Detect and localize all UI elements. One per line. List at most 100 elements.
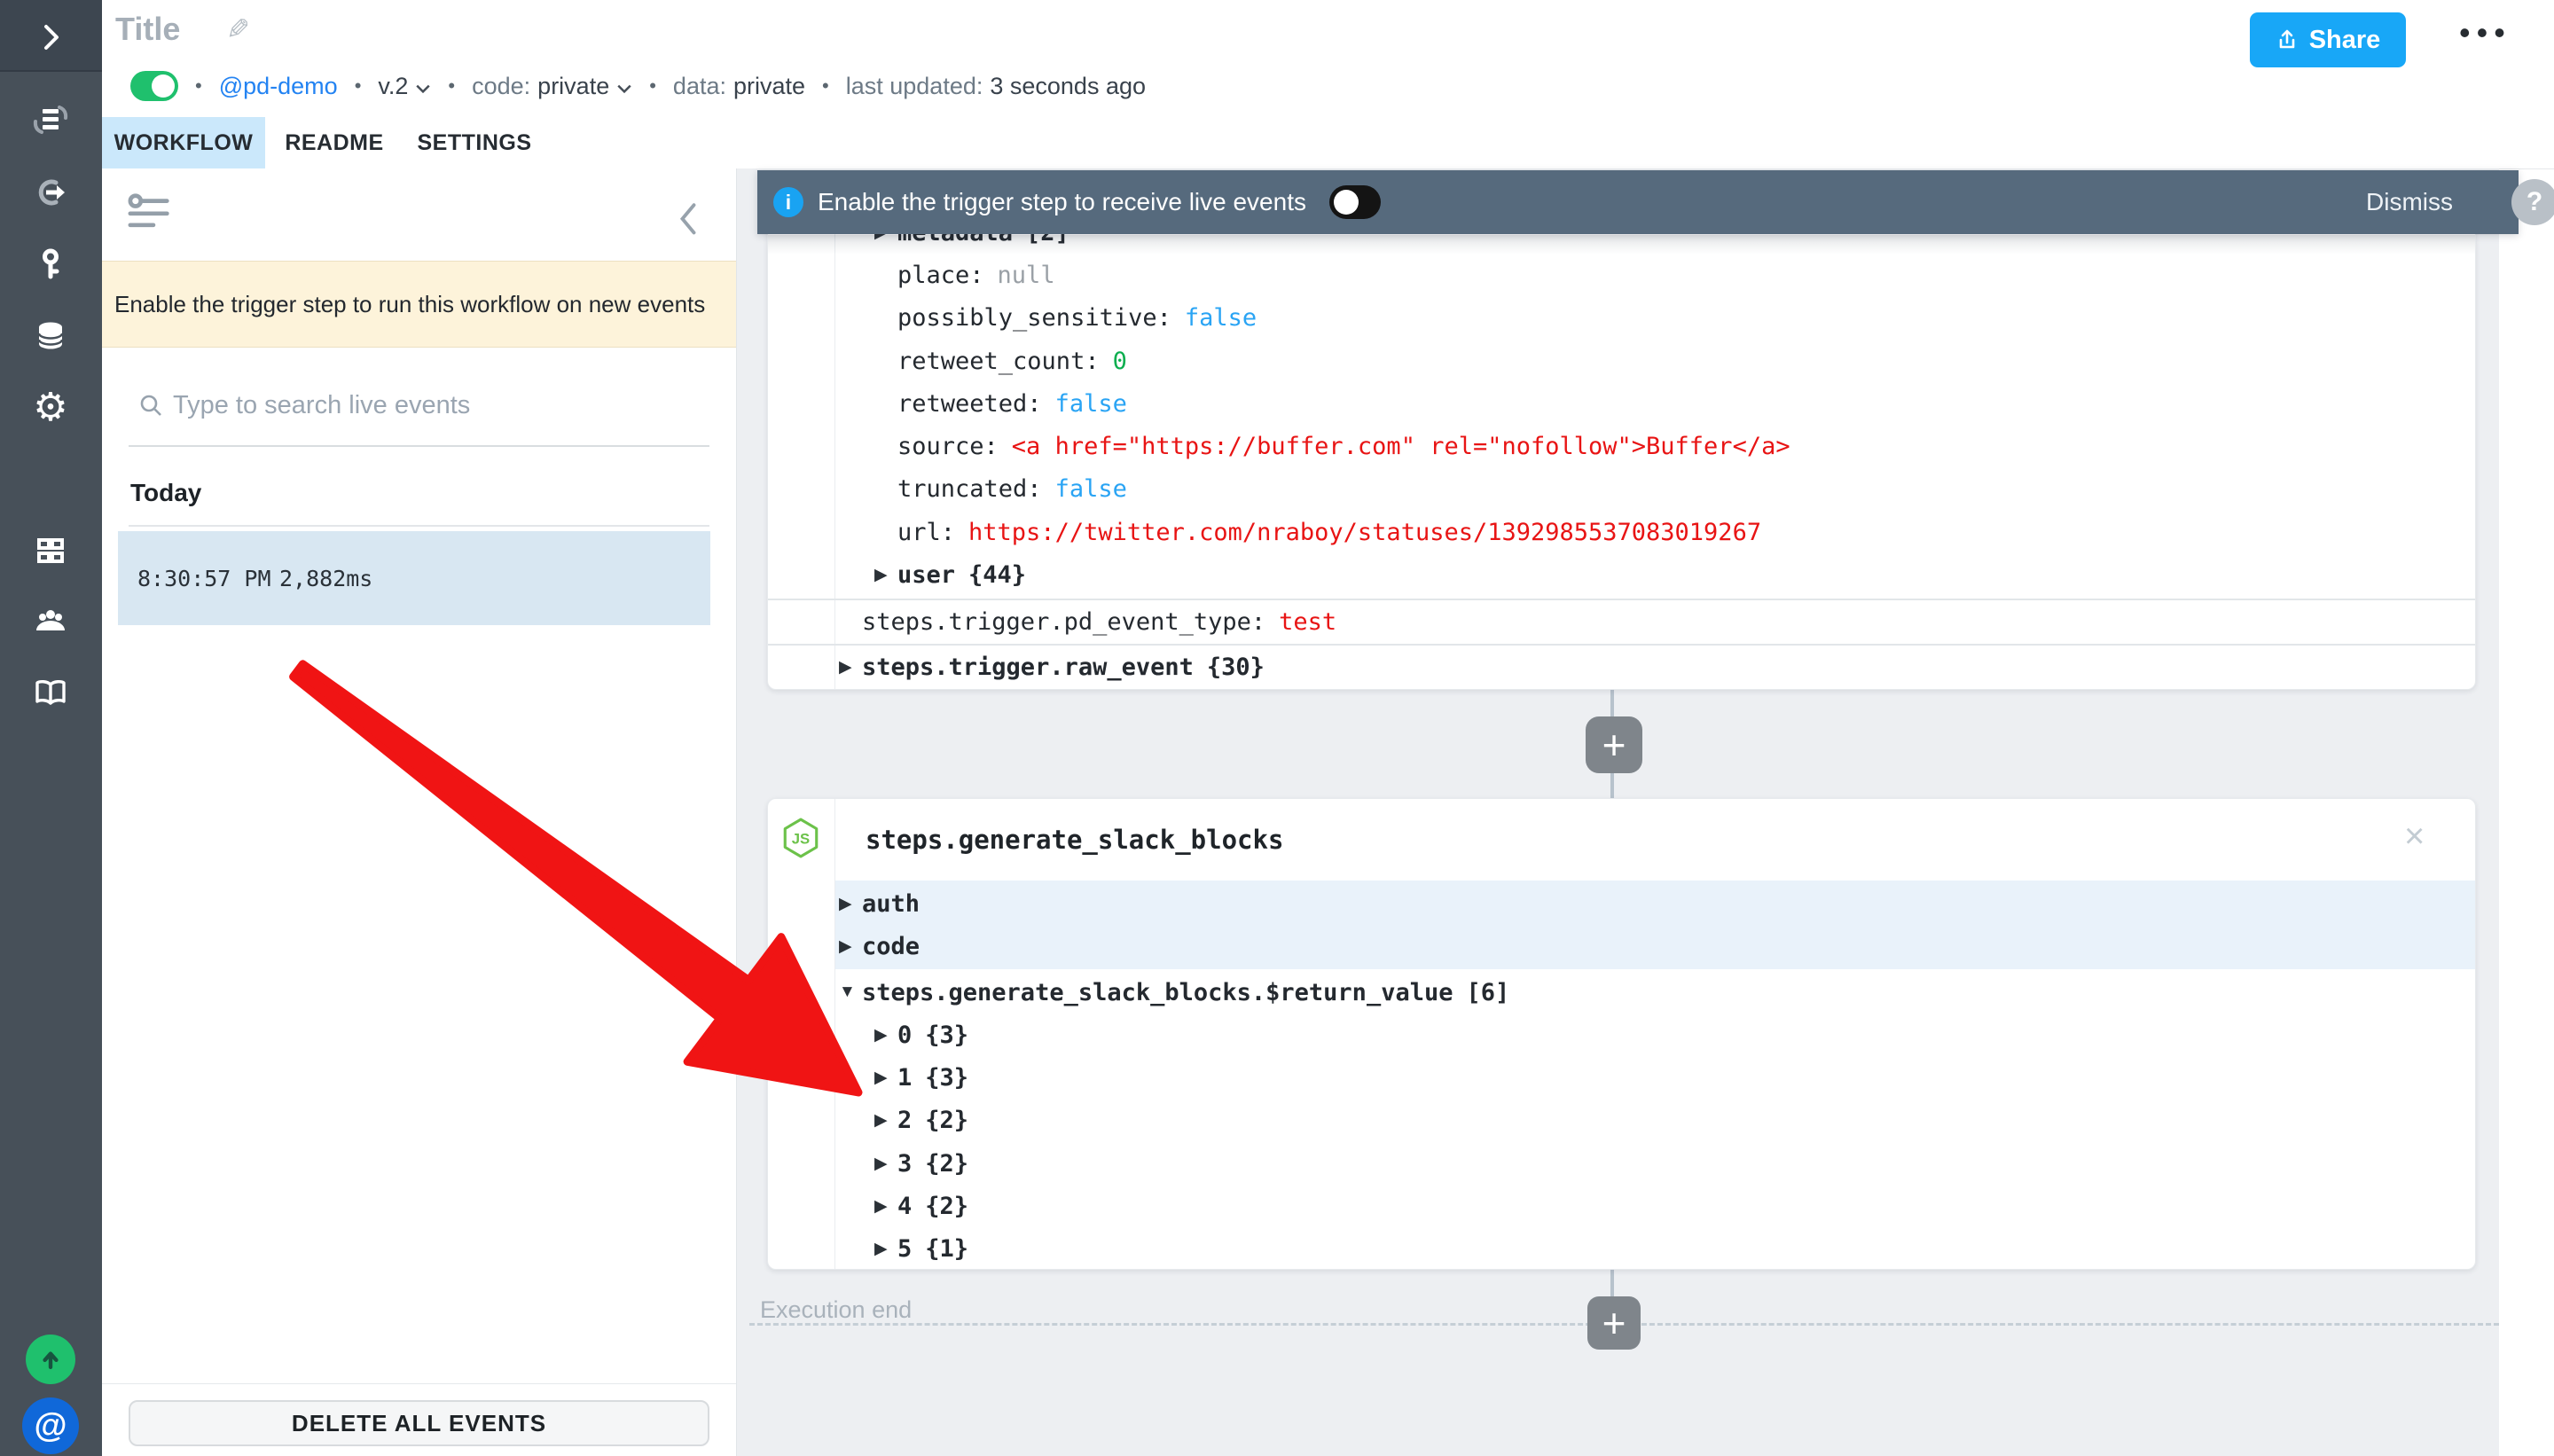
nodejs-icon: JS: [780, 817, 822, 859]
filter-events-icon[interactable]: [125, 192, 171, 234]
json-key: truncated:: [897, 474, 1042, 503]
edit-title-pencil-icon[interactable]: ✎: [226, 12, 250, 46]
sql-icon[interactable]: [31, 316, 70, 355]
code-value: private: [537, 72, 610, 99]
mentions-at-icon[interactable]: @: [22, 1397, 79, 1454]
json-count: {44}: [968, 560, 1027, 589]
collapse-panel-chevron-icon[interactable]: [677, 200, 700, 235]
chevron-down-icon: [415, 73, 431, 100]
json-key: 2: [897, 1106, 913, 1134]
chevron-right-icon[interactable]: [31, 18, 70, 57]
workflows-icon[interactable]: [31, 100, 70, 139]
trigger-notice-banner: Enable the trigger step to run this work…: [102, 261, 736, 348]
json-count: {1}: [925, 1234, 969, 1263]
json-row-item-2[interactable]: ▶ 2 {2}: [768, 1099, 2475, 1141]
json-row-item-4[interactable]: ▶ 4 {2}: [768, 1185, 2475, 1227]
collapse-arrow-icon: ▼: [839, 982, 856, 1001]
version-dropdown[interactable]: v.2: [378, 73, 431, 100]
json-count: {30}: [1206, 653, 1265, 681]
json-key: possibly_sensitive:: [897, 303, 1171, 332]
json-key: code: [862, 932, 921, 960]
separator-dot: •: [448, 74, 456, 97]
chevron-down-icon: [616, 73, 632, 100]
separator-dot: •: [822, 74, 829, 97]
json-row-raw-event[interactable]: ▶ steps.trigger.raw_event {30}: [768, 646, 2475, 688]
share-label: Share: [2308, 25, 2381, 54]
separator-dot: •: [195, 74, 202, 97]
json-key: steps.trigger.pd_event_type:: [862, 607, 1266, 636]
json-key: steps.generate_slack_blocks.$return_valu…: [862, 978, 1453, 1006]
event-list-item[interactable]: 8:30:57 PM 2,882ms: [118, 531, 710, 625]
upgrade-arrow-icon[interactable]: [26, 1335, 75, 1384]
last-updated-label: last updated:: [845, 72, 983, 99]
step-title: steps.generate_slack_blocks: [866, 825, 1284, 855]
data-value: private: [733, 72, 806, 99]
json-row-auth[interactable]: ▶ auth: [768, 882, 2475, 925]
code-visibility-dropdown[interactable]: code: private: [472, 73, 632, 100]
more-options-button[interactable]: •••: [2459, 14, 2511, 51]
json-key: steps.trigger.raw_event: [862, 653, 1194, 681]
live-events-toggle[interactable]: [1328, 185, 1381, 219]
separator-dot: •: [354, 74, 362, 97]
json-row-item-1[interactable]: ▶ 1 {3}: [768, 1056, 2475, 1099]
event-time: 8:30:57 PM: [137, 565, 271, 591]
json-count: {3}: [925, 1063, 969, 1092]
dismiss-button[interactable]: Dismiss: [2366, 188, 2453, 216]
key-icon[interactable]: [31, 244, 70, 283]
expand-arrow-icon: ▶: [874, 1154, 888, 1173]
json-key: 1: [897, 1063, 913, 1092]
json-row-item-3[interactable]: ▶ 3 {2}: [768, 1142, 2475, 1185]
help-button[interactable]: ?: [2511, 179, 2554, 225]
share-button[interactable]: Share: [2250, 12, 2406, 67]
search-input[interactable]: [171, 381, 689, 429]
search-icon: [137, 392, 164, 419]
json-row-user[interactable]: ▶ user {44}: [768, 553, 2475, 596]
events-panel-footer: DELETE ALL EVENTS: [102, 1383, 736, 1456]
json-key: source:: [897, 432, 999, 460]
json-key: url:: [897, 518, 956, 546]
trigger-live-events-banner: i Enable the trigger step to receive liv…: [757, 170, 2519, 234]
expand-arrow-icon: ▶: [839, 936, 852, 956]
expand-arrow-icon: ▶: [839, 657, 852, 677]
tab-readme[interactable]: README: [265, 117, 403, 168]
nodejs-icon-text: JS: [792, 830, 810, 847]
json-row-source: source: <a href="https://buffer.com" rel…: [768, 425, 2475, 467]
community-icon[interactable]: [31, 602, 70, 641]
sidebar-expand-button[interactable]: [0, 0, 102, 72]
json-row-item-5[interactable]: ▶ 5 {1}: [768, 1227, 2475, 1269]
close-icon[interactable]: ×: [2404, 818, 2425, 854]
account-link[interactable]: @pd-demo: [219, 73, 338, 100]
json-value: <a href="https://buffer.com" rel="nofoll…: [1011, 432, 1790, 460]
last-updated: last updated: 3 seconds ago: [846, 73, 1146, 100]
json-count: {3}: [925, 1021, 969, 1049]
json-key: 0: [897, 1021, 913, 1049]
json-value: 0: [1112, 347, 1127, 375]
trigger-notice-text: Enable the trigger step to run this work…: [114, 290, 706, 317]
expand-arrow-icon: ▶: [874, 1196, 888, 1216]
event-group-label: Today: [130, 479, 202, 506]
tab-settings[interactable]: SETTINGS: [403, 117, 545, 168]
expand-arrow-icon: ▶: [874, 1025, 888, 1045]
add-step-button-end[interactable]: +: [1587, 1296, 1641, 1350]
json-key: 5: [897, 1234, 913, 1263]
json-row-item-0[interactable]: ▶ 0 {3}: [768, 1014, 2475, 1056]
add-step-button[interactable]: +: [1586, 716, 1642, 773]
json-key: retweeted:: [897, 389, 1042, 418]
delete-all-events-button[interactable]: DELETE ALL EVENTS: [129, 1400, 709, 1446]
json-row-code[interactable]: ▶ code: [768, 925, 2475, 967]
docs-book-icon[interactable]: [31, 673, 70, 712]
json-row-return-value[interactable]: ▼ steps.generate_slack_blocks.$return_va…: [768, 971, 2475, 1014]
json-row-place: place: null: [768, 254, 2475, 296]
tab-workflow[interactable]: WORKFLOW: [102, 117, 265, 168]
apps-grid-icon[interactable]: [31, 531, 70, 570]
expand-arrow-icon: ▶: [874, 565, 888, 584]
workflow-active-toggle[interactable]: [130, 71, 178, 101]
share-upload-icon: [2276, 28, 2299, 51]
expand-arrow-icon: ▶: [874, 1068, 888, 1087]
json-key: 3: [897, 1149, 913, 1178]
json-row-pd-event-type: steps.trigger.pd_event_type: test: [768, 600, 2475, 643]
event-sources-icon[interactable]: [31, 173, 70, 212]
json-value: false: [1054, 389, 1127, 418]
version-value: v.2: [378, 72, 409, 99]
gear-icon[interactable]: ⚙: [31, 388, 70, 427]
